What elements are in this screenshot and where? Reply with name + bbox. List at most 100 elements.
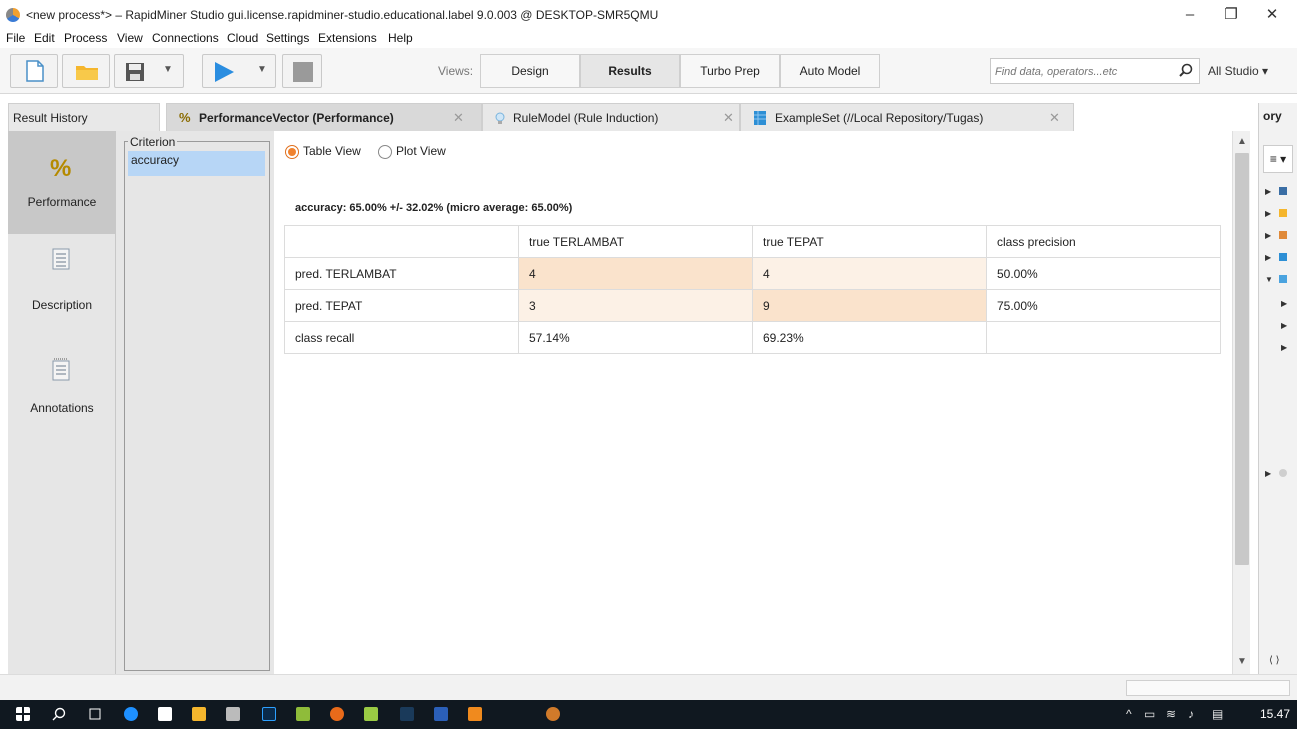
table-view-radio[interactable]	[285, 145, 299, 159]
volume-icon[interactable]: ♪	[1188, 707, 1194, 721]
xampp-icon[interactable]	[468, 707, 482, 721]
scroll-down-icon[interactable]: ▼	[1235, 654, 1249, 670]
media-icon[interactable]	[226, 707, 240, 721]
menu-process[interactable]: Process	[64, 30, 107, 46]
file-explorer-icon[interactable]	[192, 707, 206, 721]
chevron-down-icon[interactable]: ▼	[163, 64, 173, 75]
notification-icon[interactable]: ▤	[1212, 707, 1223, 721]
wifi-icon[interactable]: ≋	[1166, 707, 1176, 721]
tree-expand-icon[interactable]: ▶	[1281, 299, 1287, 308]
view-auto-model[interactable]: Auto Model	[780, 54, 880, 88]
title-bar: <new process*> – RapidMiner Studio gui.l…	[0, 0, 1297, 30]
view-design[interactable]: Design	[480, 54, 580, 88]
run-process-button[interactable]: ▼	[202, 54, 276, 88]
user-icon	[1279, 231, 1287, 239]
close-icon[interactable]: ✕	[1049, 104, 1060, 131]
battery-icon[interactable]: ▭	[1144, 707, 1155, 721]
photoshop-icon[interactable]	[262, 707, 276, 721]
chevron-down-icon[interactable]: ▼	[257, 64, 267, 75]
horizontal-scroll-icon[interactable]: ⟨ ⟩	[1269, 655, 1280, 666]
close-icon[interactable]: ✕	[723, 104, 734, 131]
menu-extensions[interactable]: Extensions	[318, 30, 377, 46]
search-icon[interactable]	[52, 707, 66, 721]
table-cell: class recall	[284, 321, 519, 354]
chevron-up-icon[interactable]: ^	[1126, 707, 1132, 721]
table-row: pred. TEPAT 3 9 75.00%	[284, 289, 1221, 322]
table-view-label[interactable]: Table View	[303, 144, 361, 158]
nav-description[interactable]: Description	[8, 234, 116, 337]
task-view-icon[interactable]	[88, 707, 102, 721]
result-side-nav: % Performance Description Annotations	[8, 131, 116, 674]
plot-view-label[interactable]: Plot View	[396, 144, 446, 158]
criterion-item-accuracy[interactable]: accuracy	[128, 151, 265, 176]
menu-settings[interactable]: Settings	[266, 30, 309, 46]
vertical-scrollbar[interactable]: ▲ ▼	[1232, 131, 1250, 674]
stop-icon	[293, 62, 313, 82]
document-icon	[52, 248, 70, 270]
tree-expand-icon[interactable]: ▶	[1265, 231, 1271, 240]
minimize-button[interactable]: –	[1175, 4, 1205, 26]
restore-button[interactable]: ❐	[1216, 4, 1246, 26]
app-icon[interactable]	[400, 707, 414, 721]
search-scope-select[interactable]: All Studio ▾	[1208, 64, 1268, 78]
nav-annotations[interactable]: Annotations	[8, 337, 116, 440]
criterion-list	[124, 141, 270, 671]
menu-view[interactable]: View	[117, 30, 143, 46]
tab-example-set[interactable]: ExampleSet (//Local Repository/Tugas) ✕	[740, 103, 1074, 131]
menu-file[interactable]: File	[6, 30, 25, 46]
save-process-button[interactable]: ▼	[114, 54, 184, 88]
view-turbo-prep[interactable]: Turbo Prep	[680, 54, 780, 88]
table-cell: 75.00%	[986, 289, 1221, 322]
stop-process-button[interactable]	[282, 54, 322, 88]
windows-start-icon[interactable]	[16, 707, 30, 721]
windows-taskbar: ^ ▭ ≋ ♪ ▤ 15.47	[0, 700, 1297, 729]
performance-content: Table View Plot View accuracy: 65.00% +/…	[274, 131, 1230, 674]
app-icon[interactable]	[296, 707, 310, 721]
table-icon	[754, 111, 766, 125]
scrollbar-thumb[interactable]	[1235, 153, 1249, 565]
scroll-up-icon[interactable]: ▲	[1235, 134, 1249, 150]
tree-expand-icon[interactable]: ▶	[1265, 469, 1271, 478]
tab-rule-model[interactable]: RuleModel (Rule Induction) ✕	[482, 103, 740, 131]
word-icon[interactable]	[434, 707, 448, 721]
menu-cloud[interactable]: Cloud	[227, 30, 258, 46]
table-cell	[986, 321, 1221, 354]
search-icon[interactable]	[1179, 63, 1193, 77]
toolbar: ▼ ▼ Views: Design Results Turbo Prep Aut…	[0, 48, 1297, 94]
criterion-panel: Criterion	[116, 131, 274, 674]
close-button[interactable]: ✕	[1257, 4, 1287, 26]
tree-expand-icon[interactable]: ▶	[1281, 343, 1287, 352]
open-process-button[interactable]	[62, 54, 110, 88]
close-icon[interactable]: ✕	[453, 104, 464, 131]
search-input[interactable]	[995, 63, 1165, 81]
menu-edit[interactable]: Edit	[34, 30, 55, 46]
tab-result-history[interactable]: Result History	[8, 103, 160, 131]
tree-collapse-icon[interactable]: ▼	[1265, 275, 1273, 284]
firefox-icon[interactable]	[330, 707, 344, 721]
cloud-icon	[1279, 469, 1287, 477]
nav-performance[interactable]: % Performance	[8, 131, 116, 234]
notepad-icon[interactable]	[364, 707, 378, 721]
menu-connections[interactable]: Connections	[152, 30, 219, 46]
nav-label: Description	[31, 298, 93, 312]
tree-expand-icon[interactable]: ▶	[1265, 253, 1271, 262]
taskbar-clock: 15.47	[1260, 707, 1291, 721]
rapidminer-taskbar-icon[interactable]	[546, 707, 560, 721]
tab-performance-vector[interactable]: % PerformanceVector (Performance) ✕	[166, 103, 482, 131]
tree-expand-icon[interactable]: ▶	[1265, 209, 1271, 218]
menu-help[interactable]: Help	[388, 30, 413, 46]
status-bar	[0, 674, 1297, 700]
store-icon[interactable]	[158, 707, 172, 721]
tree-expand-icon[interactable]: ▶	[1265, 187, 1271, 196]
plot-view-radio[interactable]	[378, 145, 392, 159]
tab-label: ExampleSet (//Local Repository/Tugas)	[775, 111, 984, 125]
repository-menu-button[interactable]: ≡ ▾	[1263, 145, 1293, 173]
table-cell: pred. TEPAT	[284, 289, 519, 322]
nav-label: Performance	[27, 195, 97, 209]
performance-heading: accuracy: 65.00% +/- 32.02% (micro avera…	[295, 202, 573, 214]
tree-expand-icon[interactable]: ▶	[1281, 321, 1287, 330]
new-process-button[interactable]	[10, 54, 58, 88]
view-results[interactable]: Results	[580, 54, 680, 88]
search-box[interactable]	[990, 58, 1200, 84]
edge-browser-icon[interactable]	[124, 707, 138, 721]
